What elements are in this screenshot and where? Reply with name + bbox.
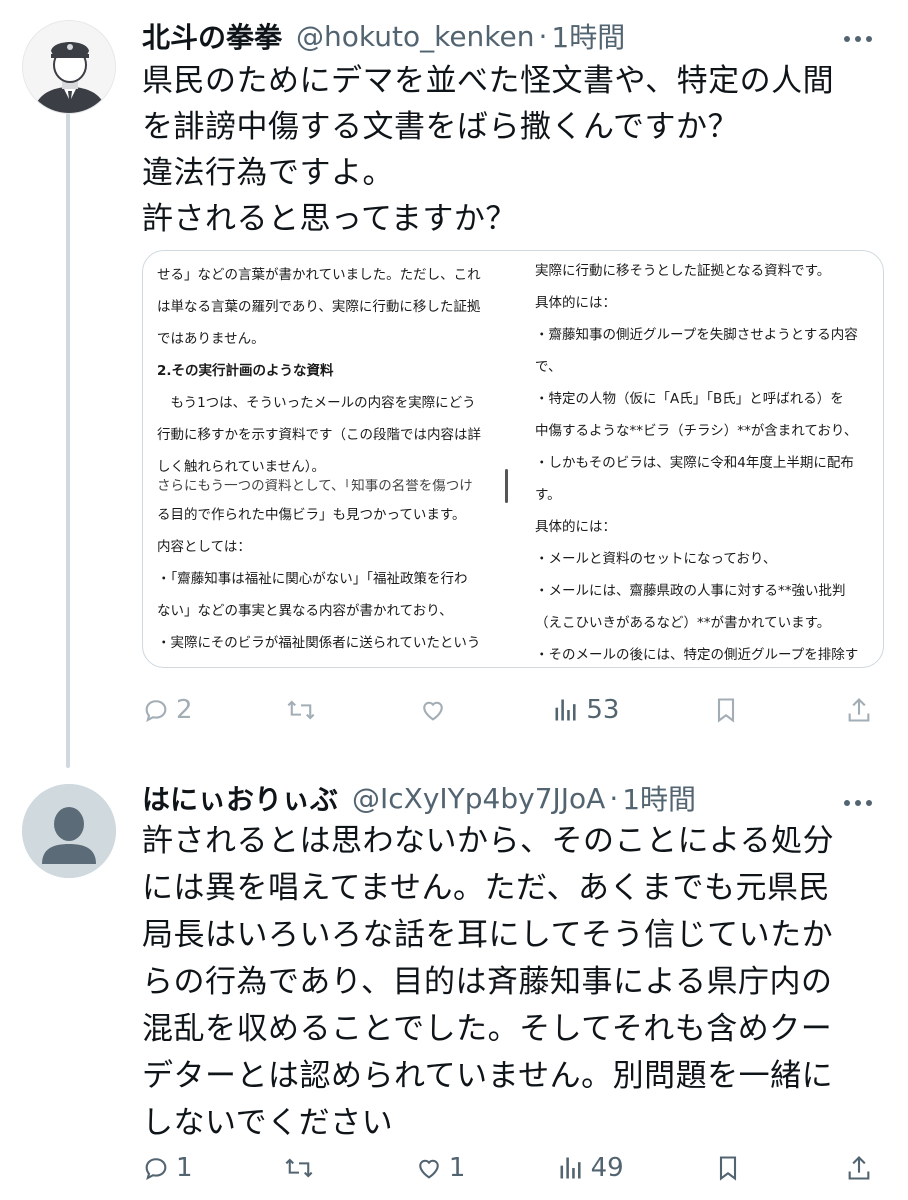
tweet-actions: 2 53 <box>142 690 886 730</box>
document-line: ・しかもそのビラは、実際に令和4年度上半期に配布 <box>535 455 854 471</box>
document-line: せる」などの言葉が書かれていました。ただし、これ <box>157 267 481 283</box>
document-line: （えこひいきがあるなど）**が書かれています。 <box>535 615 831 631</box>
user-handle[interactable]: @IcXyIYp4by7JJoA <box>352 782 605 815</box>
document-scrollbar <box>505 469 508 503</box>
views-count: 49 <box>590 1153 624 1183</box>
separator-dot: · <box>538 19 548 53</box>
tweet-text: 許されるとは思わないから、そのことによる処分 には異を唱えてません。ただ、あくま… <box>142 823 835 1141</box>
document-line: は単なる言葉の羅列であり、実際に行動に移した証拠 <box>157 299 481 315</box>
share-button[interactable] <box>846 696 886 724</box>
views-bar-chart-icon <box>555 699 576 721</box>
document-right-column: 実際に行動に移そうとした証拠となる資料です。 具体的には： ・齋藤知事の側近グループ… <box>535 251 875 667</box>
views-count: 53 <box>586 695 620 725</box>
bookmark-button[interactable] <box>715 1154 755 1182</box>
document-line: す。 <box>535 487 561 503</box>
tweet-header: はにぃおりぃぶ @IcXyIYp4by7JJoA · 1時間 <box>142 776 696 820</box>
share-icon <box>848 698 870 722</box>
share-icon <box>848 1156 870 1180</box>
retweet-icon <box>287 700 315 720</box>
bookmark-icon <box>717 698 734 723</box>
tweet-actions: 1 1 49 <box>142 1148 886 1188</box>
retweet-button[interactable] <box>284 1154 324 1182</box>
attached-image[interactable]: せる」などの言葉が書かれていました。ただし、これ は単なる言葉の羅列であり、実際に… <box>142 250 884 668</box>
reply-count: 2 <box>176 695 193 725</box>
document-line: ・齋藤知事の側近グループを失脚させようとする内容 <box>535 327 858 343</box>
views-button[interactable]: 53 <box>552 695 619 725</box>
retweet-button[interactable] <box>286 696 326 724</box>
like-button[interactable] <box>419 696 459 724</box>
document-line: で、 <box>535 359 562 375</box>
document-line: ・そのメールの後には、特定の側近グループを排除す <box>535 647 859 663</box>
share-button[interactable] <box>846 1154 886 1182</box>
document-line: ・実際にそのビラが福祉関係者に送られていたという <box>157 635 481 651</box>
heart-icon <box>419 1159 439 1179</box>
like-count: 1 <box>448 1153 466 1183</box>
timestamp[interactable]: 1時間 <box>622 778 696 818</box>
like-button[interactable]: 1 <box>415 1153 466 1183</box>
document-line: 中傷するような**ビラ（チラシ）**が含まれており、 <box>535 423 858 439</box>
more-options-icon[interactable] <box>838 788 878 818</box>
document-line: 行動に移すかを示す資料です（この段階では内容は詳 <box>157 427 481 443</box>
document-line: さらにもう一つの資料として、「知事の名誉を傷つけ <box>157 479 473 494</box>
document-line: 具体的には： <box>535 295 616 311</box>
user-handle[interactable]: @hokuto_kenken <box>296 20 534 53</box>
police-officer-avatar-icon[interactable] <box>22 20 116 114</box>
timestamp[interactable]: 1時間 <box>551 16 625 56</box>
reply-icon <box>145 1158 167 1180</box>
document-line: 内容としては： <box>157 539 251 555</box>
views-button[interactable]: 49 <box>557 1153 624 1183</box>
retweet-icon <box>285 1158 313 1178</box>
reply-button[interactable]: 2 <box>142 695 193 725</box>
reply-count: 1 <box>176 1153 193 1183</box>
document-line: もう1つは、そういったメールの内容を実際にどう <box>157 395 476 411</box>
separator-dot: · <box>609 781 619 815</box>
tweet-text: 県民のためにデマを並べた怪文書や、特定の人間 を誹謗中傷する文書をばら撒くんです… <box>142 63 835 237</box>
document-line: 具体的には： <box>535 519 616 535</box>
bookmark-button[interactable] <box>713 696 753 724</box>
display-name[interactable]: はにぃおりぃぶ <box>142 778 338 818</box>
document-line: 2.その実行計画のような資料 <box>157 363 334 379</box>
document-line: ではありません。 <box>157 331 265 347</box>
bookmark-icon <box>719 1156 736 1181</box>
document-line: 実際に行動に移そうとした証拠となる資料です。 <box>535 263 831 279</box>
document-line: 記録（証拠）が残っている、ということです。 <box>157 659 507 667</box>
document-line: る目的で作られた中傷ビラ」も見つかっています。 <box>157 507 466 523</box>
reply-button[interactable]: 1 <box>142 1153 193 1183</box>
display-name[interactable]: 北斗の拳拳 <box>142 16 282 56</box>
views-bar-chart-icon <box>560 1157 581 1179</box>
document-left-column: せる」などの言葉が書かれていました。ただし、これ は単なる言葉の羅列であり、実際に… <box>157 251 507 667</box>
more-options-icon[interactable] <box>838 24 878 54</box>
document-line: ・「齋藤知事は福祉に関心がない」「福祉政策を行わ <box>157 571 468 587</box>
document-line: ・メールには、齋藤県政の人事に対する**強い批判 <box>535 583 846 599</box>
tweet[interactable]: はにぃおりぃぶ @IcXyIYp4by7JJoA · 1時間 許されるとは思わな… <box>0 760 908 1200</box>
tweet-header: 北斗の拳拳 @hokuto_kenken · 1時間 <box>142 14 625 58</box>
document-line: ・メールと資料のセットになっており、 <box>535 551 777 567</box>
default-user-avatar-icon[interactable] <box>22 784 116 878</box>
document-line: ない」などの事実と異なる内容が書かれており、 <box>157 603 453 619</box>
tweet[interactable]: 北斗の拳拳 @hokuto_kenken · 1時間 県民のためにデマを並べた怪… <box>0 0 908 760</box>
reply-icon <box>145 700 167 722</box>
document-line: ・特定の人物（仮に「A氏」「B氏」と呼ばれる）を <box>535 391 844 407</box>
heart-icon <box>423 701 443 721</box>
